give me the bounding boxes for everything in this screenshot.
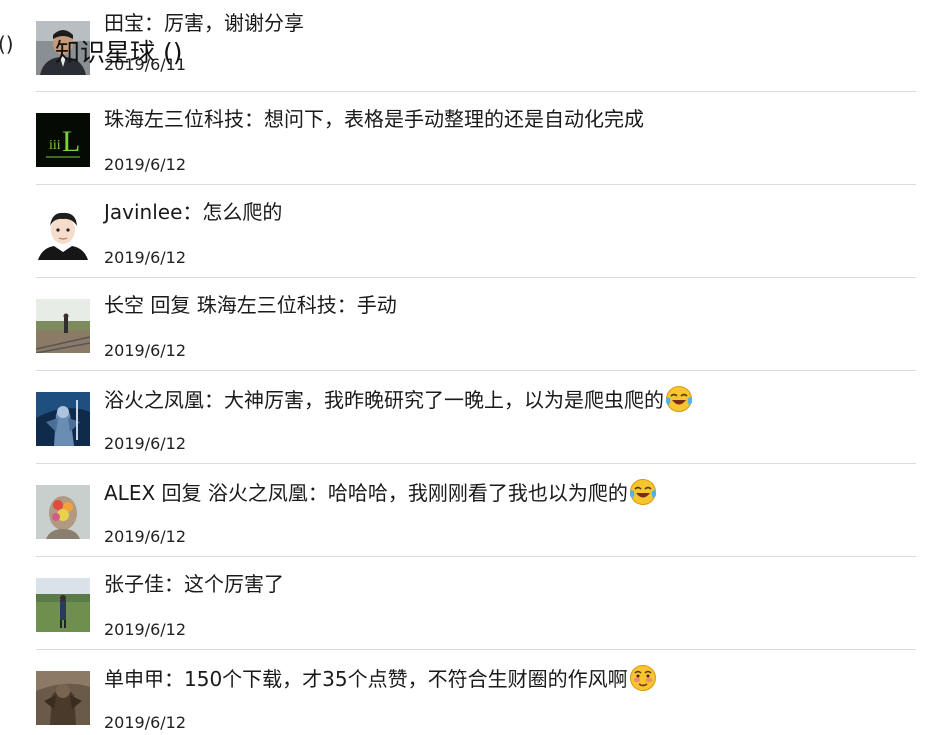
avatar[interactable] — [36, 299, 90, 353]
comment-text: 长空 回复 珠海左三位科技：手动 — [104, 293, 397, 317]
comment-item: ALEX 回复 浴火之凤凰：哈哈哈，我刚刚看了我也以为爬的 2019/6/12 — [36, 464, 916, 557]
comment-date: 2019/6/12 — [104, 620, 187, 639]
statue-photo-avatar — [36, 671, 90, 725]
avatar[interactable] — [36, 485, 90, 539]
comment-date: 2019/6/12 — [104, 155, 187, 174]
flower-face-avatar — [36, 485, 90, 539]
comment-item: 浴火之凤凰：大神厉害，我昨晚研究了一晚上，以为是爬虫爬的 2019/6/12 — [36, 371, 916, 464]
comment-text: 浴火之凤凰：大神厉害，我昨晚研究了一晚上，以为是爬虫爬的 — [104, 385, 693, 413]
comment-text: 张子佳：这个厉害了 — [104, 572, 284, 596]
left-edge-text: () — [0, 32, 14, 56]
comment-item: Javinlee：怎么爬的 2019/6/12 — [36, 185, 916, 278]
avatar[interactable] — [36, 578, 90, 632]
avatar[interactable] — [36, 206, 90, 260]
company-logo-avatar: iii L — [36, 113, 90, 167]
comment-item: 单申甲：150个下载，才35个点赞，不符合生财圈的作风啊 2019/6/12 — [36, 650, 916, 735]
avatar[interactable] — [36, 671, 90, 725]
comment-date: 2019/6/12 — [104, 527, 187, 546]
laughing-crying-emoji — [665, 386, 693, 412]
avatar[interactable]: iii L — [36, 113, 90, 167]
comment-date: 2019/6/12 — [104, 713, 187, 732]
comment-date: 2019/6/12 — [104, 434, 187, 453]
comment-item: 长空 回复 珠海左三位科技：手动 2019/6/12 — [36, 278, 916, 371]
comment-list: 田宝：厉害，谢谢分享 2019/6/11 iii L 珠海左三位科技：想问下，表… — [36, 0, 916, 735]
comment-text: 单申甲：150个下载，才35个点赞，不符合生财圈的作风啊 — [104, 664, 657, 692]
comment-item: 张子佳：这个厉害了 2019/6/12 — [36, 557, 916, 650]
warrior-art-avatar — [36, 392, 90, 446]
svg-text:iii: iii — [49, 138, 61, 153]
avatar[interactable] — [36, 392, 90, 446]
laughing-crying-emoji — [629, 479, 657, 505]
comment-text: ALEX 回复 浴火之凤凰：哈哈哈，我刚刚看了我也以为爬的 — [104, 478, 657, 506]
page: () 知识星球 () 田宝：厉害，谢谢分享 2019/6/11 — [0, 0, 933, 735]
svg-text:L: L — [62, 125, 80, 158]
comment-date: 2019/6/12 — [104, 248, 187, 267]
comment-date: 2019/6/12 — [104, 341, 187, 360]
comment-item: iii L 珠海左三位科技：想问下，表格是手动整理的还是自动化完成 2019/6… — [36, 92, 916, 185]
comment-text: 珠海左三位科技：想问下，表格是手动整理的还是自动化完成 — [104, 107, 644, 131]
field-photo-avatar — [36, 578, 90, 632]
flushed-face-emoji — [629, 665, 656, 691]
railway-photo-avatar — [36, 299, 90, 353]
cartoon-man-avatar — [36, 206, 90, 260]
overlay-title: 知识星球 () — [55, 38, 183, 67]
comment-text: Javinlee：怎么爬的 — [104, 200, 283, 224]
